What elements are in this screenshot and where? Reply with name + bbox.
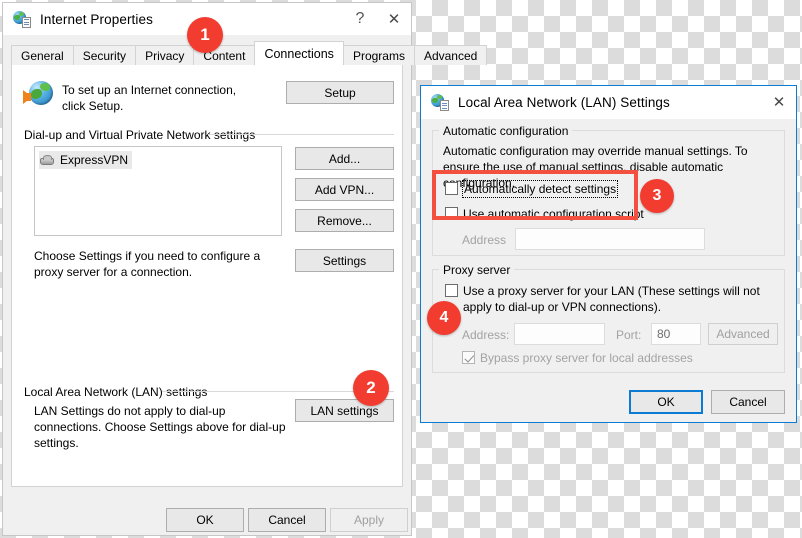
add-button[interactable]: Add... [295, 147, 394, 170]
bypass-proxy-checkbox-row: Bypass proxy server for local addresses [462, 350, 693, 366]
ok-button[interactable]: OK [166, 508, 244, 532]
badge-2: 2 [353, 370, 389, 406]
bypass-proxy-label: Bypass proxy server for local addresses [480, 351, 693, 365]
dialup-hint: Choose Settings if you need to configure… [34, 249, 261, 279]
modem-icon [39, 154, 55, 166]
internet-properties-icon [13, 10, 31, 28]
close-icon[interactable]: ✕ [377, 4, 411, 34]
auto-config-address-input [515, 228, 705, 250]
internet-properties-title: Internet Properties [40, 11, 153, 27]
proxy-port-input: 80 [651, 323, 701, 345]
badge-1: 1 [187, 17, 223, 53]
automatic-configuration-title: Automatic configuration [439, 124, 573, 138]
use-proxy-label: Use a proxy server for your LAN (These s… [463, 284, 760, 314]
tab-privacy[interactable]: Privacy [135, 45, 195, 65]
globe-with-arrow-icon [23, 81, 53, 107]
lan-cancel-button[interactable]: Cancel [711, 390, 785, 414]
use-proxy-checkbox[interactable] [445, 284, 458, 297]
settings-button[interactable]: Settings [295, 249, 394, 272]
cancel-button[interactable]: Cancel [248, 508, 326, 532]
close-icon[interactable]: ✕ [762, 88, 796, 118]
lan-settings-title: Local Area Network (LAN) Settings [458, 95, 670, 110]
lan-group-label: Local Area Network (LAN) settings [24, 385, 214, 399]
setup-description: To set up an Internet connection, click … [62, 83, 237, 113]
add-vpn-button[interactable]: Add VPN... [295, 178, 394, 201]
use-proxy-checkbox-row[interactable]: Use a proxy server for your LAN (These s… [445, 283, 775, 315]
dialup-group-label: Dial-up and Virtual Private Network sett… [24, 128, 262, 142]
badge-3: 3 [640, 179, 674, 213]
tab-connections[interactable]: Connections [254, 41, 344, 65]
bypass-proxy-checkbox [462, 351, 475, 364]
proxy-address-input [514, 323, 605, 345]
proxy-address-label: Address: [462, 328, 510, 342]
badge-4: 4 [427, 301, 461, 335]
connections-listbox[interactable]: ExpressVPN [34, 146, 282, 236]
remove-button[interactable]: Remove... [295, 209, 394, 232]
lan-settings-window: Local Area Network (LAN) Settings ✕ Auto… [420, 85, 797, 423]
connections-tab-panel: To set up an Internet connection, click … [11, 64, 403, 487]
apply-button: Apply [330, 508, 408, 532]
tab-programs[interactable]: Programs [342, 45, 415, 65]
list-item-label: ExpressVPN [60, 153, 129, 167]
advanced-button: Advanced [708, 323, 778, 345]
dialup-group-rule [208, 134, 394, 135]
tab-advanced[interactable]: Advanced [413, 45, 488, 65]
proxy-port-label: Port: [616, 328, 642, 342]
help-button[interactable]: ? [343, 4, 377, 34]
highlight-rect-auto-config [432, 170, 638, 220]
proxy-server-title: Proxy server [439, 263, 515, 277]
lan-settings-titlebar: Local Area Network (LAN) Settings ✕ [421, 86, 796, 119]
internet-properties-window: Internet Properties ? ✕ General Security… [2, 2, 488, 536]
auto-config-address-label: Address [462, 233, 507, 247]
tab-general[interactable]: General [11, 45, 74, 65]
list-item[interactable]: ExpressVPN [39, 151, 133, 169]
tab-security[interactable]: Security [72, 45, 137, 65]
setup-button[interactable]: Setup [286, 81, 394, 104]
internet-properties-icon [431, 94, 449, 111]
lan-ok-button[interactable]: OK [629, 390, 703, 414]
lan-description: LAN Settings do not apply to dial-up con… [34, 404, 286, 450]
